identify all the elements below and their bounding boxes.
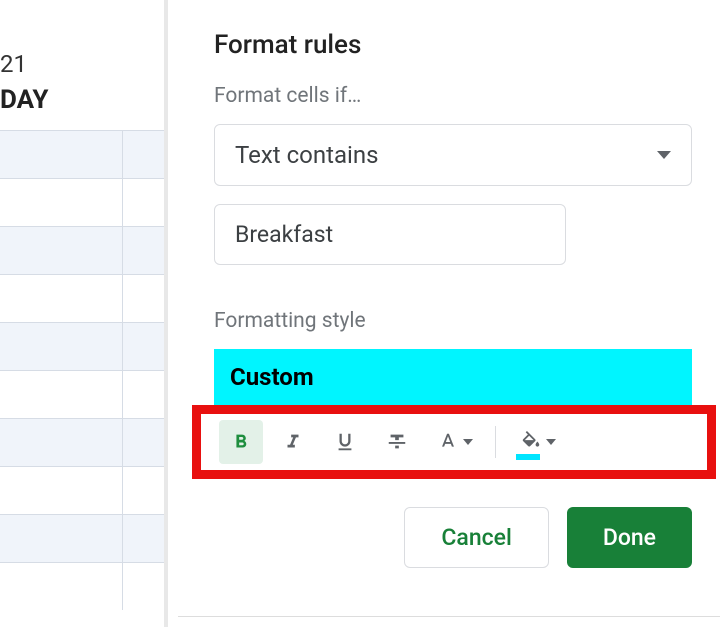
toolbar-highlight-annotation <box>192 405 716 479</box>
underline-icon <box>334 431 356 453</box>
style-preview[interactable]: Custom <box>214 349 692 405</box>
formatting-style-label: Formatting style <box>214 309 692 333</box>
sheet-row[interactable] <box>0 322 164 370</box>
cancel-button[interactable]: Cancel <box>404 507 548 568</box>
date-number: 21 <box>0 50 27 78</box>
strikethrough-icon <box>386 431 408 453</box>
italic-button[interactable] <box>271 420 315 464</box>
fill-color-icon <box>520 431 542 453</box>
style-name: Custom <box>230 363 314 391</box>
sheet-row[interactable] <box>0 466 164 514</box>
fill-color-button[interactable] <box>508 420 568 464</box>
sheet-row[interactable] <box>0 130 164 178</box>
chevron-down-icon <box>657 151 671 159</box>
panel-bottom-border <box>178 616 720 617</box>
bold-button[interactable] <box>219 420 263 464</box>
format-rules-title: Format rules <box>214 30 692 60</box>
sheet-row[interactable] <box>0 178 164 226</box>
sheet-row[interactable] <box>0 562 164 610</box>
text-color-icon <box>437 431 459 453</box>
chevron-down-icon <box>546 439 556 445</box>
sheet-row[interactable] <box>0 514 164 562</box>
condition-value-input[interactable] <box>214 204 566 265</box>
sheet-row[interactable] <box>0 274 164 322</box>
day-label: DAY <box>0 85 49 115</box>
sheet-row[interactable] <box>0 370 164 418</box>
italic-icon <box>282 431 304 453</box>
underline-button[interactable] <box>323 420 367 464</box>
conditional-format-panel: Format rules Format cells if… Text conta… <box>178 0 720 627</box>
sheet-row[interactable] <box>0 418 164 466</box>
chevron-down-icon <box>463 439 473 445</box>
text-color-button[interactable] <box>427 420 483 464</box>
fill-color-swatch <box>516 454 540 460</box>
spreadsheet-left-panel: 21 DAY <box>0 0 164 627</box>
action-buttons: Cancel Done <box>214 507 692 568</box>
strikethrough-button[interactable] <box>375 420 419 464</box>
done-button[interactable]: Done <box>567 507 692 568</box>
format-condition-label: Format cells if… <box>214 84 692 108</box>
sheet-row[interactable] <box>0 226 164 274</box>
panel-divider <box>164 0 168 627</box>
condition-type-value: Text contains <box>235 141 378 169</box>
toolbar-separator <box>495 426 496 458</box>
bold-icon <box>230 431 252 453</box>
formatting-toolbar <box>205 420 703 464</box>
sheet-rows <box>0 130 164 610</box>
condition-type-dropdown[interactable]: Text contains <box>214 124 692 186</box>
